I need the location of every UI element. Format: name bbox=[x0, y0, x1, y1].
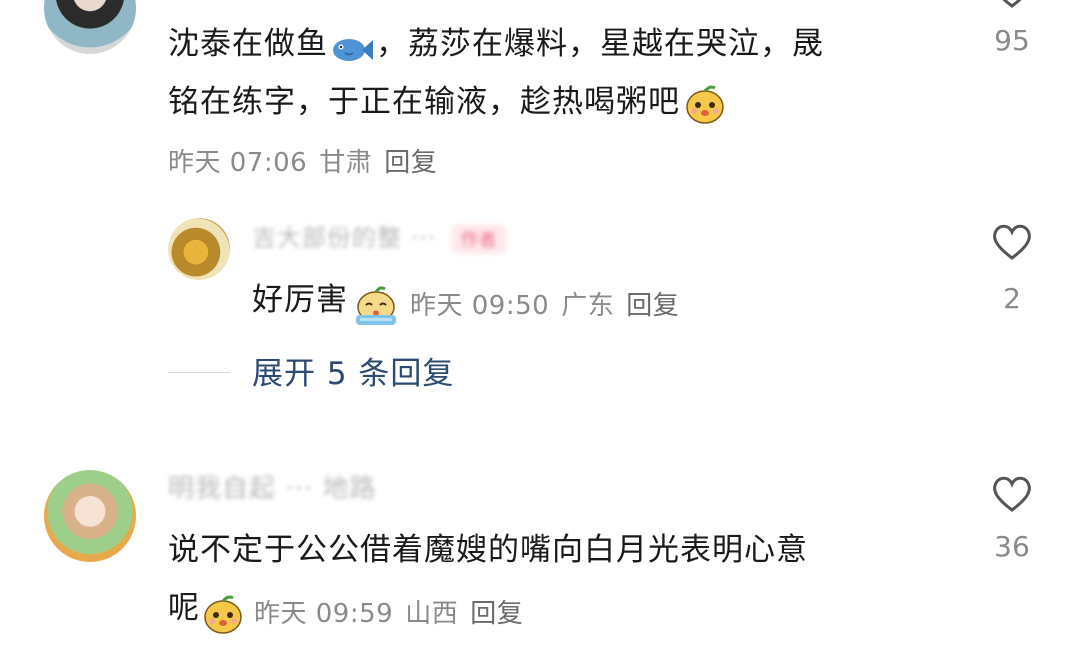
like-count: 2 bbox=[1003, 282, 1021, 315]
comment-location: 甘肃 bbox=[319, 148, 373, 178]
heart-outline-icon[interactable] bbox=[990, 222, 1034, 262]
comment-time: 昨天 07:06 bbox=[168, 148, 308, 178]
mango-face-emoji-icon bbox=[684, 83, 726, 125]
heart-outline-icon[interactable] bbox=[990, 0, 1034, 10]
comment-text: 说不定于公公借着魔嫂的嘴向白月光表明心意 bbox=[168, 532, 808, 568]
avatar[interactable] bbox=[168, 218, 230, 280]
comment-text-line1b: ，荔莎在爆料，星越在哭泣，晟 bbox=[376, 26, 824, 62]
like-count: 95 bbox=[994, 24, 1030, 57]
reply-username[interactable]: 吉大部份的整 ··· bbox=[252, 224, 437, 252]
comment-text-line2: 铭在练字，于正在输液，趁热喝粥吧 bbox=[168, 84, 680, 120]
crying-face-emoji-icon bbox=[352, 285, 400, 327]
reply-user-row: 吉大部份的整 ··· 作者 bbox=[252, 218, 507, 254]
fish-emoji-icon bbox=[330, 29, 374, 63]
comment-location: 山西 bbox=[405, 598, 459, 629]
comment-line2: 呢 昨天 09:59 山西 回复 bbox=[168, 580, 535, 642]
mango-face-emoji-icon bbox=[202, 593, 244, 635]
comment-meta: 昨天 09:59 山西 回复 bbox=[254, 599, 535, 629]
reply-button[interactable]: 回复 bbox=[384, 148, 437, 178]
comment-text-line2: 呢 bbox=[168, 590, 200, 626]
comment-meta: 昨天 07:06 甘肃 回复 bbox=[168, 142, 449, 179]
reply-time: 昨天 09:50 bbox=[410, 290, 550, 321]
expand-divider bbox=[168, 372, 230, 373]
avatar[interactable] bbox=[44, 470, 136, 562]
reply-meta: 昨天 09:50 广东 回复 bbox=[410, 291, 691, 321]
heart-outline-icon[interactable] bbox=[990, 474, 1034, 514]
reply-location: 广东 bbox=[561, 290, 615, 321]
comment-text: 沈泰在做鱼 ，荔莎在爆料，星越在哭泣，晟 bbox=[168, 16, 958, 72]
comment-text-line1: 沈泰在做鱼 bbox=[168, 26, 328, 62]
like-count: 36 bbox=[994, 530, 1030, 563]
reply-body: 好厉害 昨天 09:50 广东 回复 bbox=[252, 272, 691, 334]
comment-text-line2-wrap: 铭在练字，于正在输液，趁热喝粥吧 bbox=[168, 74, 726, 130]
expand-replies-button[interactable]: 展开 5 条回复 bbox=[252, 348, 454, 393]
comment-time: 昨天 09:59 bbox=[254, 598, 394, 629]
avatar[interactable] bbox=[44, 0, 136, 54]
reply-button[interactable]: 回复 bbox=[470, 599, 523, 629]
reply-text: 好厉害 bbox=[252, 282, 348, 318]
comment-username[interactable]: 明我自起 ··· 地路 bbox=[168, 468, 376, 505]
reply-button[interactable]: 回复 bbox=[626, 291, 679, 321]
author-badge: 作者 bbox=[450, 224, 507, 254]
